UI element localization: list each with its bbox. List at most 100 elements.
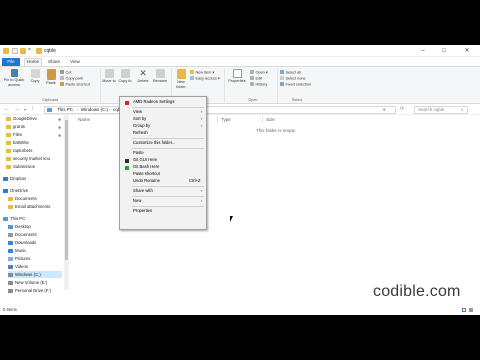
tab-file[interactable]: File xyxy=(2,58,20,66)
nav-item-new-volume-e[interactable]: New Volume (E:) xyxy=(8,279,47,286)
drive-icon xyxy=(8,288,13,293)
breadcrumb-windows-c[interactable]: Windows (C:) xyxy=(81,107,108,113)
up-arrow-icon[interactable]: ↑ xyxy=(31,106,34,112)
column-size[interactable]: Size xyxy=(266,117,275,122)
nav-item-onedrive[interactable]: OneDrive xyxy=(3,187,28,194)
menu-item-group-by[interactable]: Group by › xyxy=(121,123,206,130)
menu-item-paste[interactable]: Paste xyxy=(121,150,206,157)
column-type[interactable]: Type xyxy=(221,117,231,122)
menu-item-git-gui[interactable]: Git GUI Here xyxy=(121,157,206,164)
menu-label: Git GUI Here xyxy=(133,157,158,162)
menu-item-sort-by[interactable]: Sort by › xyxy=(121,116,206,123)
nav-item-submission[interactable]: Submission xyxy=(6,163,35,170)
nav-item-od-email[interactable]: Email attachments xyxy=(8,203,50,210)
invert-selection-button[interactable]: Invert selection xyxy=(280,82,311,88)
column-divider[interactable] xyxy=(217,116,218,123)
folder-icon xyxy=(6,116,11,121)
menu-separator xyxy=(132,196,204,197)
easy-access-button[interactable]: Easy access ▾ xyxy=(190,76,220,82)
delete-button[interactable]: ✕ Delete xyxy=(135,69,151,84)
copy-button[interactable]: Copy xyxy=(28,69,42,84)
menu-item-properties[interactable]: Properties xyxy=(121,208,206,215)
menu-item-view[interactable]: View › xyxy=(121,109,206,116)
window-title: cqble xyxy=(44,48,56,54)
copy-to-button[interactable]: Copy to xyxy=(118,69,132,84)
menu-item-git-bash[interactable]: Git Bash Here xyxy=(121,164,206,171)
nav-item-files[interactable]: Files xyxy=(6,131,22,138)
menu-item-customize[interactable]: Customize this folder... xyxy=(121,140,206,147)
recent-chevron-icon[interactable]: ▾ xyxy=(24,107,26,112)
menu-item-share-with[interactable]: Share with › xyxy=(121,188,206,195)
nav-item-personal-f[interactable]: Personal Drive (F:) xyxy=(8,287,51,294)
address-dropdown-icon[interactable]: ▾ xyxy=(383,107,385,113)
column-divider[interactable] xyxy=(262,116,263,123)
nav-item-desktop[interactable]: Desktop xyxy=(8,223,31,230)
nav-item-raptorbets[interactable]: raptorbets xyxy=(6,147,32,154)
copy-to-label: Copy to xyxy=(118,79,132,83)
properties-button[interactable]: Properties xyxy=(226,69,248,84)
scroll-thumb[interactable] xyxy=(65,120,68,260)
tab-share[interactable]: Share xyxy=(46,58,62,66)
tab-view[interactable]: View xyxy=(67,58,83,66)
nav-label: Desktop xyxy=(15,224,31,229)
menu-item-amd-radeon[interactable]: AMD Radeon Settings xyxy=(121,99,206,106)
dropbox-icon xyxy=(3,176,8,181)
submenu-arrow-icon: › xyxy=(201,109,203,114)
address-field[interactable]: This PC › Windows (C:) › cqble ▾ xyxy=(44,105,396,114)
nav-item-security[interactable]: security market kno xyxy=(6,155,50,162)
edit-button[interactable]: Edit xyxy=(250,76,262,82)
forward-arrow-icon[interactable]: → xyxy=(14,106,20,112)
new-folder-quick-icon[interactable] xyxy=(20,48,26,54)
edit-label: Edit xyxy=(255,76,263,81)
empty-folder-message: This folder is empty. xyxy=(256,128,296,133)
move-to-button[interactable]: Move to xyxy=(102,69,116,84)
pin-quick-access-button[interactable]: Pin to Quick access xyxy=(2,69,26,87)
history-button[interactable]: History xyxy=(250,82,267,88)
nav-scrollbar[interactable] xyxy=(64,115,69,290)
column-name[interactable]: Name xyxy=(78,117,90,122)
properties-quick-icon[interactable] xyxy=(12,48,18,54)
copy-label: Copy xyxy=(30,79,40,83)
menu-item-refresh[interactable]: Refresh xyxy=(121,130,206,137)
cut-label: Cut xyxy=(65,70,72,75)
breadcrumb-this-pc[interactable]: This PC xyxy=(57,107,73,113)
invert-selection-label: Invert selection xyxy=(285,82,312,87)
close-button[interactable]: ✕ xyxy=(458,46,476,56)
select-none-button[interactable]: Select none xyxy=(280,76,306,82)
minimize-button[interactable]: – xyxy=(414,46,432,56)
cut-button[interactable]: Cut xyxy=(60,70,71,76)
nav-item-grants[interactable]: grants xyxy=(6,123,25,130)
details-view-icon[interactable] xyxy=(462,308,466,312)
back-arrow-icon[interactable]: ← xyxy=(4,106,10,112)
nav-item-od-documents[interactable]: Documents xyxy=(8,195,37,202)
copy-path-button[interactable]: Copy path xyxy=(60,76,83,82)
refresh-icon[interactable]: ⟳ xyxy=(400,106,404,112)
rename-button[interactable]: Rename xyxy=(152,69,168,84)
nav-item-windows-c[interactable]: Windows (C:) xyxy=(8,271,62,278)
open-button[interactable]: Open ▾ xyxy=(250,70,268,76)
customize-quick-icon[interactable]: = xyxy=(28,47,34,53)
menu-item-new[interactable]: New › xyxy=(121,198,206,205)
download-icon xyxy=(8,240,13,245)
nav-item-this-pc[interactable]: This PC xyxy=(3,215,25,222)
search-input[interactable]: Search cqble ⌕ xyxy=(414,105,468,114)
tab-home[interactable]: Home xyxy=(24,58,42,66)
nav-item-dropbox[interactable]: Dropbox xyxy=(3,175,26,182)
menu-item-undo-rename[interactable]: Undo Rename Ctrl+Z xyxy=(121,178,206,185)
select-all-button[interactable]: Select all xyxy=(280,70,301,76)
nav-item-videos[interactable]: Videos xyxy=(8,263,28,270)
maximize-button[interactable]: □ xyxy=(435,46,453,56)
nav-item-documents[interactable]: Documents xyxy=(8,231,37,238)
nav-item-batwrite[interactable]: batWrite xyxy=(6,139,29,146)
paste-shortcut-button[interactable]: Paste shortcut xyxy=(60,82,90,88)
large-icons-view-icon[interactable] xyxy=(469,308,473,312)
nav-item-pictures[interactable]: Pictures xyxy=(8,255,31,262)
nav-item-downloads[interactable]: Downloads xyxy=(8,239,36,246)
paste-button[interactable]: Paste xyxy=(44,69,58,86)
menu-item-paste-shortcut[interactable]: Paste shortcut xyxy=(121,171,206,178)
new-folder-button[interactable]: New folder xyxy=(174,69,188,89)
nav-item-googledrive[interactable]: GoogleDrive xyxy=(6,115,37,122)
nav-label: Submission xyxy=(13,164,36,169)
new-item-button[interactable]: New item ▾ xyxy=(190,70,214,76)
nav-item-music[interactable]: Music xyxy=(8,247,26,254)
